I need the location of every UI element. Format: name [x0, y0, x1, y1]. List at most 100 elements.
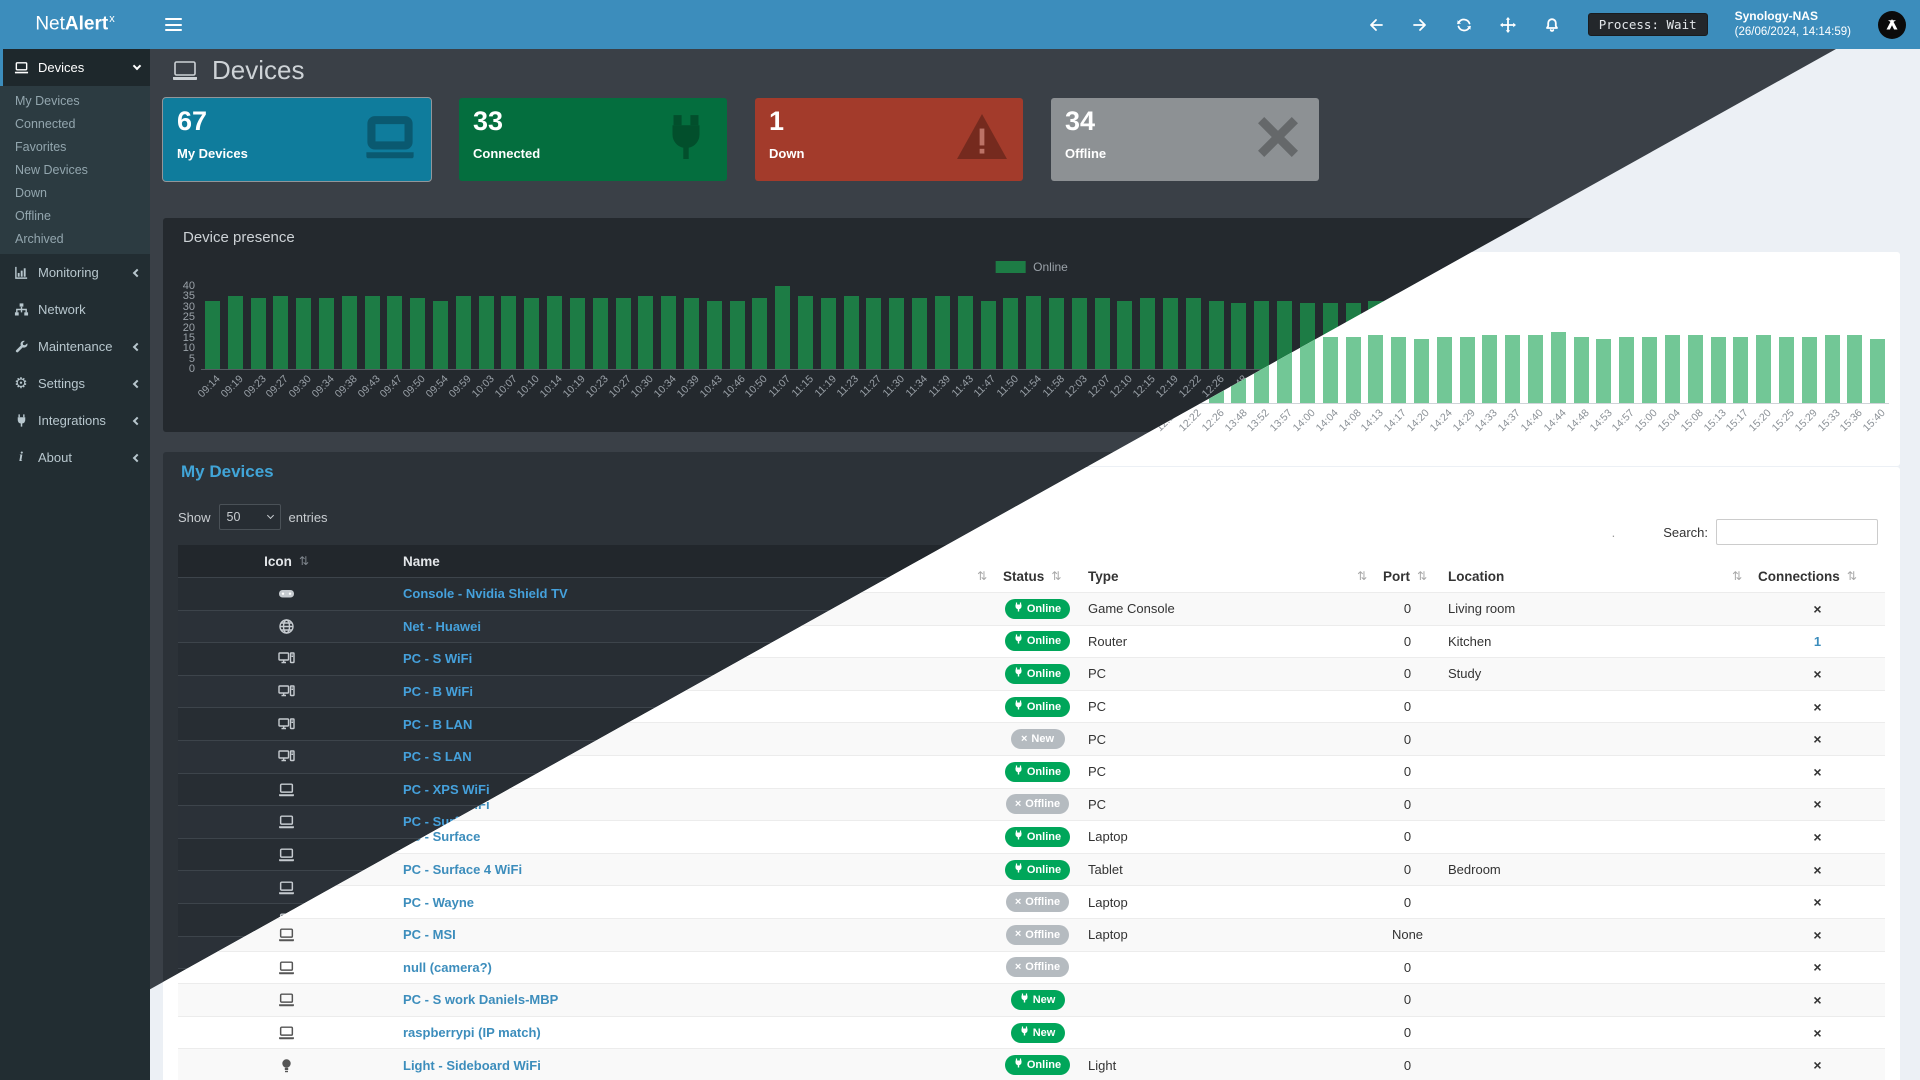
chart-bar — [1095, 298, 1110, 369]
chart-bar-slot: 09:34 — [315, 218, 338, 369]
search-control: . Search: — [1612, 519, 1878, 545]
sort-icon[interactable]: ⇅ — [1417, 569, 1427, 583]
column-header-label: Location — [1448, 569, 1504, 584]
desktop-icon — [178, 708, 395, 740]
laptop-icon — [13, 60, 29, 76]
x-icon: × — [1015, 962, 1021, 973]
sidebar-item-about[interactable]: iAbout — [0, 439, 150, 476]
device-name-link[interactable]: PC - S work Daniels-MBP — [403, 992, 558, 1007]
column-header-port[interactable]: Port⇅ — [1375, 560, 1440, 592]
sort-icon[interactable]: ⇅ — [1357, 569, 1367, 583]
search-input[interactable] — [1716, 519, 1878, 545]
sidebar-subitem-connected[interactable]: Connected — [0, 112, 150, 135]
device-name-link[interactable]: PC - MSI — [403, 927, 456, 942]
menu-toggle-icon[interactable] — [165, 18, 182, 31]
laptop-icon — [178, 984, 395, 1016]
sidebar-subitem-offline[interactable]: Offline — [0, 204, 150, 227]
laptop-icon — [178, 774, 395, 806]
connections-link[interactable]: 1 — [1814, 634, 1821, 649]
device-name-link[interactable]: PC - Wayne — [403, 895, 474, 910]
device-name-link[interactable]: raspberrypi (IP match) — [403, 1025, 541, 1040]
chart-bar-slot: 09:27 — [269, 218, 292, 369]
laptop-icon — [170, 56, 200, 86]
summary-card-connected[interactable]: 33Connected — [459, 98, 727, 181]
column-header-status[interactable]: Status⇅ — [995, 560, 1080, 592]
device-name-link[interactable]: null (camera?) — [403, 960, 492, 975]
sidebar-item-maintenance[interactable]: Maintenance — [0, 328, 150, 365]
chart-bar — [1756, 335, 1771, 403]
sidebar-item-integrations[interactable]: Integrations — [0, 402, 150, 439]
sort-icon[interactable]: ⇅ — [1847, 569, 1857, 583]
sidebar-subitem-new-devices[interactable]: New Devices — [0, 158, 150, 181]
column-header-type[interactable]: Type⇅ — [1080, 560, 1375, 592]
column-header-icon[interactable]: Icon⇅ — [178, 545, 395, 577]
sidebar-item-network[interactable]: Network — [0, 291, 150, 328]
device-location-cell — [1440, 1017, 1750, 1049]
x-axis-label: 14:40 — [1519, 407, 1546, 434]
sort-icon[interactable]: ⇅ — [1732, 569, 1742, 583]
x-axis-label: 14:29 — [1450, 407, 1477, 434]
forward-icon[interactable] — [1412, 16, 1429, 33]
chart-bar — [593, 298, 608, 369]
chart-bar-slot: 15:00 — [1638, 252, 1661, 403]
x-axis-label: 10:23 — [583, 373, 610, 400]
page-size-select[interactable]: 50 — [219, 504, 281, 530]
chart-bar-slot: 14:24 — [1433, 252, 1456, 403]
sidebar-subitem-down[interactable]: Down — [0, 181, 150, 204]
chart-bar — [866, 298, 881, 369]
device-connections-cell: × — [1750, 984, 1885, 1016]
column-header-location[interactable]: Location ⇅ — [1440, 560, 1750, 592]
x-axis-label: 14:04 — [1313, 407, 1340, 434]
x-axis-label: 09:14 — [196, 373, 223, 400]
avatar[interactable] — [1878, 11, 1906, 39]
summary-card-my-devices[interactable]: 67My Devices — [163, 98, 431, 181]
sidebar-subitem-my-devices[interactable]: My Devices — [0, 89, 150, 112]
app-logo[interactable]: NetAlertx — [0, 0, 150, 49]
sidebar-subitem-favorites[interactable]: Favorites — [0, 135, 150, 158]
sidebar-item-settings[interactable]: ⚙Settings — [0, 365, 150, 402]
sort-icon[interactable]: ⇅ — [977, 569, 987, 583]
column-header-connections[interactable]: Connections⇅ — [1750, 560, 1885, 592]
summary-card-offline[interactable]: 34Offline — [1051, 98, 1319, 181]
back-icon[interactable] — [1368, 16, 1385, 33]
sidebar-subitem-archived[interactable]: Archived — [0, 227, 150, 250]
device-name-link[interactable]: PC - B WiFi — [403, 684, 473, 699]
device-name-link[interactable]: PC - B LAN — [403, 717, 472, 732]
chart-bar-slot: 13:52 — [1250, 218, 1273, 369]
move-icon[interactable] — [1500, 16, 1517, 33]
x-axis-label: 15:00 — [1633, 407, 1660, 434]
x-axis-label: 11:47 — [972, 373, 999, 400]
chart-bar — [1802, 337, 1817, 403]
device-name-link[interactable]: Console - Nvidia Shield TV — [403, 586, 568, 601]
chart-bar — [707, 301, 722, 369]
device-name-link[interactable]: PC - XPS WiFi — [403, 782, 490, 797]
sort-icon[interactable]: ⇅ — [1051, 569, 1061, 583]
summary-card-down[interactable]: 1Down — [755, 98, 1023, 181]
chart-bar-slot: 15:33 — [1821, 252, 1844, 403]
sidebar-item-monitoring[interactable]: Monitoring — [0, 254, 150, 291]
x-axis-label: 12:07 — [1085, 373, 1112, 400]
device-connections-cell: × — [1750, 854, 1885, 886]
no-connection-x-icon: × — [1813, 764, 1821, 780]
chart-bar-slot: 15:17 — [1729, 252, 1752, 403]
sort-icon[interactable]: ⇅ — [299, 554, 309, 568]
device-name-link[interactable]: Light - Sideboard WiFi — [403, 1058, 541, 1073]
device-name-link[interactable]: PC - S LAN — [403, 749, 472, 764]
no-connection-x-icon: × — [1813, 927, 1821, 943]
device-port-cell: 0 — [1375, 952, 1440, 984]
status-badge: ×New — [1011, 729, 1065, 749]
x-axis-label: 09:59 — [447, 373, 474, 400]
sidebar-item-devices[interactable]: Devices — [0, 49, 150, 86]
chart-bar-slot: 09:47 — [384, 218, 407, 369]
x-axis-label: 15:25 — [1770, 407, 1797, 434]
bell-icon[interactable] — [1544, 16, 1561, 33]
device-port-cell: None — [1375, 919, 1440, 951]
device-name-link[interactable]: Net - Huawei — [403, 619, 481, 634]
refresh-icon[interactable] — [1456, 16, 1473, 33]
device-name-link[interactable]: PC - S WiFi — [403, 651, 472, 666]
device-name-link[interactable]: PC - Surface 4 WiFi — [403, 862, 522, 877]
gamepad-icon — [178, 578, 395, 610]
device-port-cell: 0 — [1375, 789, 1440, 821]
search-prefix: . — [1612, 525, 1616, 540]
chart-bar-slot: 14:48 — [1570, 252, 1593, 403]
